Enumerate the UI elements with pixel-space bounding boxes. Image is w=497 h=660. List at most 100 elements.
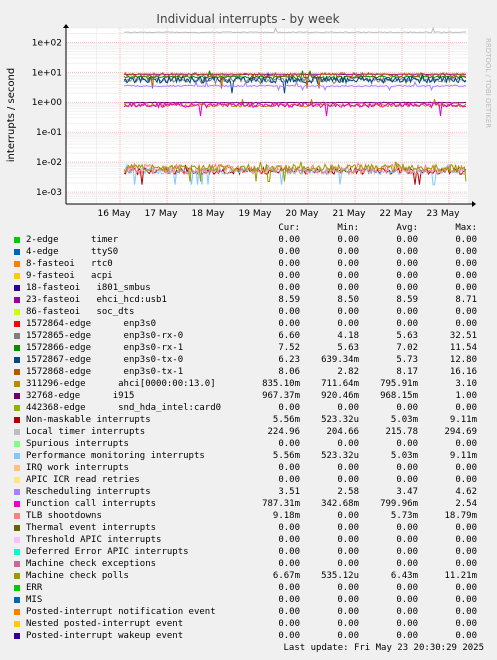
x-tick-label: 22 May (380, 209, 414, 219)
y-tick-label: 1e+01 (32, 68, 62, 78)
legend-cur-value: 0.00 (278, 283, 300, 293)
legend-max-value: 16.16 (449, 367, 477, 377)
chart-title: Individual interrupts - by week (156, 12, 339, 26)
legend-max-value: 0.00 (455, 283, 477, 293)
legend-row: Posted-interrupt notification event 0.00 0… (0, 607, 497, 619)
legend-row: ERR 0.00 0.00 0.00 0.00 (0, 583, 497, 595)
legend-min-value: 2.58 (337, 487, 359, 497)
legend-min-value: 0.00 (337, 439, 359, 449)
legend-row: Machine check exceptions 0.00 0.00 0.00 0.00 (0, 559, 497, 571)
legend-avg-value: 0.00 (396, 475, 418, 485)
legend-cur-value: 224.96 (267, 427, 300, 437)
legend-row: TLB shootdowns 9.18m 0.00 5.73m 18.79m (0, 511, 497, 523)
x-tick-label: 17 May (145, 209, 179, 219)
legend-max-value: 0.00 (455, 403, 477, 413)
legend-max-value: 0.00 (455, 535, 477, 545)
legend-cur-value: 0.00 (278, 307, 300, 317)
header-avg: Avg: (396, 223, 418, 233)
x-tick-label: 19 May (239, 209, 273, 219)
y-axis-arrow (63, 24, 69, 28)
chart: Individual interrupts - by week RRDTOOL … (6, 12, 492, 219)
legend-cur-value: 6.23 (278, 355, 300, 365)
legend-label: Local timer interrupts (26, 427, 146, 437)
legend-min-value: 0.00 (337, 607, 359, 617)
y-ticks: 1e-03 1e-02 1e-01 1e+00 1e+01 1e+02 (32, 38, 63, 198)
legend-row: 8-fasteoi rtc0 0.00 0.00 0.00 0.00 (0, 259, 497, 271)
legend-row: IRQ work interrupts 0.00 0.00 0.00 0.00 (0, 463, 497, 475)
legend-row: 311296-edge ahci[0000:00:13.0] 835.10m 711… (0, 379, 497, 391)
legend-min-value: 8.50 (337, 295, 359, 305)
legend-row: Non-maskable interrupts 5.56m 523.32u 5.03m… (0, 415, 497, 427)
legend-avg-value: 3.47 (396, 487, 418, 497)
legend-max-value: 0.00 (455, 619, 477, 629)
legend-avg-value: 0.00 (396, 247, 418, 257)
y-tick-label: 1e+00 (32, 98, 63, 108)
legend-avg-value: 0.00 (396, 271, 418, 281)
legend-swatch (14, 465, 20, 471)
legend-avg-value: 795.91m (380, 379, 418, 389)
legend-max-value: 0.00 (455, 463, 477, 473)
legend-cur-value: 8.59 (278, 295, 300, 305)
legend-row: Rescheduling interrupts 3.51 2.58 3.47 4.62 (0, 487, 497, 499)
legend-min-value: 0.00 (337, 307, 359, 317)
legend-cur-value: 0.00 (278, 607, 300, 617)
legend-min-value: 0.00 (337, 319, 359, 329)
header-max: Max: (455, 223, 477, 233)
legend-min-value: 0.00 (337, 511, 359, 521)
legend-min-value: 4.18 (337, 331, 359, 341)
legend-swatch (14, 237, 20, 243)
legend-cur-value: 835.10m (262, 379, 300, 389)
legend-min-value: 711.64m (321, 379, 359, 389)
legend-cur-value: 967.37m (262, 391, 300, 401)
legend-avg-value: 0.00 (396, 631, 418, 641)
legend-min-value: 0.00 (337, 271, 359, 281)
legend-swatch (14, 633, 20, 639)
legend-avg-value: 5.73m (390, 511, 418, 521)
legend-label: ERR (26, 583, 43, 593)
legend-avg-value: 8.59 (396, 295, 418, 305)
legend-label: Posted-interrupt notification event (26, 607, 216, 617)
header-cur: Cur: (278, 223, 300, 233)
legend-max-value: 11.54 (449, 343, 477, 353)
legend-cur-value: 0.00 (278, 595, 300, 605)
legend-label: 32768-edge i915 (26, 391, 135, 401)
legend-swatch (14, 489, 20, 495)
x-tick-label: 23 May (427, 209, 461, 219)
legend-max-value: 2.54 (455, 499, 477, 509)
legend-avg-value: 0.00 (396, 535, 418, 545)
legend-avg-value: 0.00 (396, 619, 418, 629)
legend-row: 442368-edge snd_hda_intel:card0 0.00 0.00 0… (0, 403, 497, 415)
legend-avg-value: 8.17 (396, 367, 418, 377)
legend-swatch (14, 369, 20, 375)
legend-row: Local timer interrupts 224.96 204.66 215.78… (0, 427, 497, 439)
legend-swatch (14, 405, 20, 411)
legend-max-value: 18.79m (444, 511, 477, 521)
legend-row: Machine check polls 6.67m 535.12u 6.43m 11.2… (0, 571, 497, 583)
legend-min-value: 0.00 (337, 559, 359, 569)
legend-label: 86-fasteoi soc_dts (26, 307, 135, 317)
header-min: Min: (337, 223, 359, 233)
legend-swatch (14, 345, 20, 351)
x-tick-label: 21 May (333, 209, 367, 219)
legend-label: Thermal event interrupts (26, 523, 157, 533)
legend-swatch (14, 261, 20, 267)
legend-min-value: 0.00 (337, 535, 359, 545)
legend-cur-value: 0.00 (278, 619, 300, 629)
legend-cur-value: 0.00 (278, 439, 300, 449)
legend-swatch (14, 597, 20, 603)
legend-min-value: 5.63 (337, 343, 359, 353)
legend-avg-value: 0.00 (396, 319, 418, 329)
y-tick-label: 1e-02 (36, 158, 62, 168)
legend-min-value: 342.68m (321, 499, 359, 509)
legend-swatch (14, 453, 20, 459)
legend-row: APIC ICR read retries 0.00 0.00 0.00 0.00 (0, 475, 497, 487)
legend-min-value: 639.34m (321, 355, 359, 365)
legend-cur-value: 0.00 (278, 271, 300, 281)
legend-avg-value: 799.96m (380, 499, 418, 509)
legend-min-value: 0.00 (337, 547, 359, 557)
legend-max-value: 0.00 (455, 271, 477, 281)
legend-min-value: 0.00 (337, 403, 359, 413)
legend-avg-value: 0.00 (396, 403, 418, 413)
legend-max-value: 12.80 (449, 355, 477, 365)
legend-swatch (14, 561, 20, 567)
